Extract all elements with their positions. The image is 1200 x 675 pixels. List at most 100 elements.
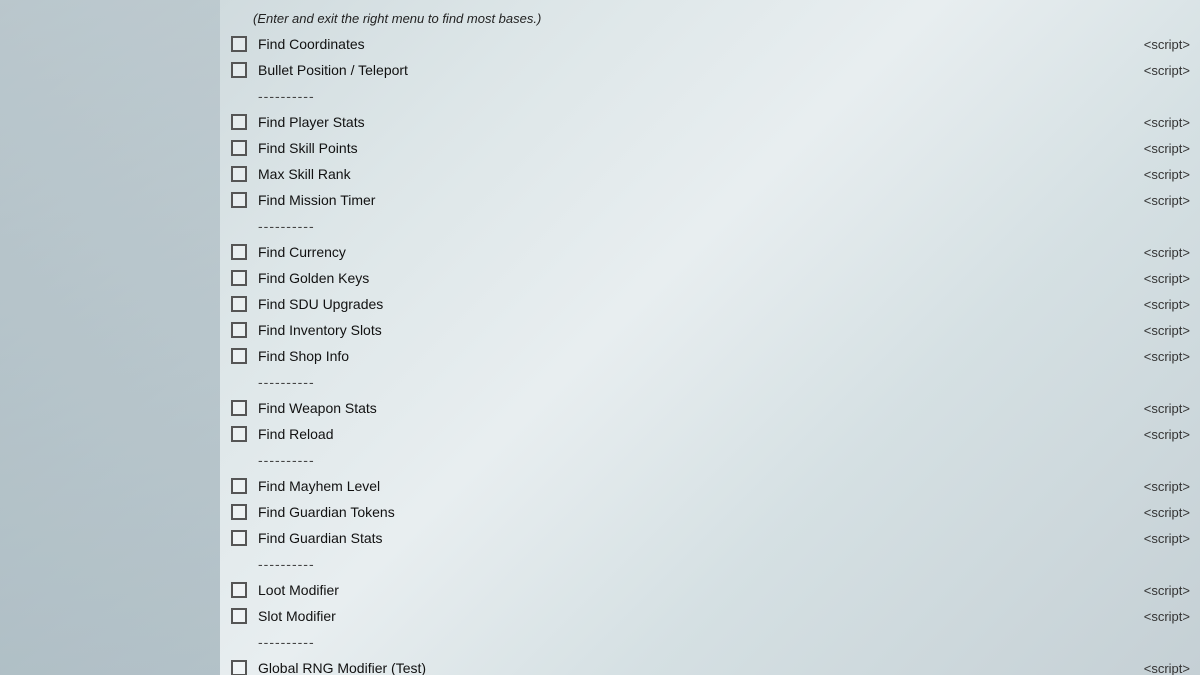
list-item: Global RNG Modifier (Test) <script> bbox=[220, 655, 1200, 675]
item-script: <script> bbox=[1144, 63, 1190, 78]
item-label: Find Currency bbox=[253, 244, 1134, 260]
list-item: Find Coordinates<script> bbox=[220, 31, 1200, 57]
list-item: Find SDU Upgrades <script> bbox=[220, 291, 1200, 317]
item-label: Find Mayhem Level bbox=[253, 478, 1134, 494]
separator-label: ---------- bbox=[253, 634, 1190, 650]
item-checkbox[interactable] bbox=[231, 36, 247, 52]
item-checkbox[interactable] bbox=[231, 322, 247, 338]
list-item: Max Skill Rank <script> bbox=[220, 161, 1200, 187]
separator-row: ---------- bbox=[220, 551, 1200, 577]
separator-row: ---------- bbox=[220, 629, 1200, 655]
checkbox-container bbox=[225, 348, 253, 364]
item-script: <script> bbox=[1144, 609, 1190, 624]
item-label: Find SDU Upgrades bbox=[253, 296, 1134, 312]
item-label: Loot Modifier bbox=[253, 582, 1134, 598]
checkbox-container bbox=[225, 140, 253, 156]
content-area: (Enter and exit the right menu to find m… bbox=[220, 0, 1200, 675]
separator-label: ---------- bbox=[253, 556, 1190, 572]
item-checkbox[interactable] bbox=[231, 400, 247, 416]
item-checkbox[interactable] bbox=[231, 660, 247, 675]
checkbox-container bbox=[225, 62, 253, 78]
separator-row: ---------- bbox=[220, 213, 1200, 239]
checkbox-container bbox=[225, 114, 253, 130]
separator-label: ---------- bbox=[253, 452, 1190, 468]
item-checkbox[interactable] bbox=[231, 582, 247, 598]
item-checkbox[interactable] bbox=[231, 62, 247, 78]
separator-label: ---------- bbox=[253, 218, 1190, 234]
checkbox-container bbox=[225, 166, 253, 182]
item-label: Find Reload bbox=[253, 426, 1134, 442]
item-script: <script> bbox=[1144, 167, 1190, 182]
checkbox-container bbox=[225, 504, 253, 520]
left-panel bbox=[0, 0, 220, 675]
checkbox-container bbox=[225, 660, 253, 675]
checkbox-container bbox=[225, 270, 253, 286]
separator-row: ---------- bbox=[220, 83, 1200, 109]
item-script: <script> bbox=[1144, 323, 1190, 338]
checkbox-container bbox=[225, 244, 253, 260]
checkbox-container bbox=[225, 426, 253, 442]
separator-row: ---------- bbox=[220, 447, 1200, 473]
item-checkbox[interactable] bbox=[231, 504, 247, 520]
list-item: Find Inventory Slots <script> bbox=[220, 317, 1200, 343]
item-script: <script> bbox=[1144, 141, 1190, 156]
item-label: Slot Modifier bbox=[253, 608, 1134, 624]
item-script: <script> bbox=[1144, 661, 1190, 675]
list-item: Find Player Stats <script> bbox=[220, 109, 1200, 135]
item-label: Max Skill Rank bbox=[253, 166, 1134, 182]
item-script: <script> bbox=[1144, 583, 1190, 598]
list-item: Find Reload<script> bbox=[220, 421, 1200, 447]
checkbox-container bbox=[225, 608, 253, 624]
checkbox-container bbox=[225, 478, 253, 494]
list-item: Find Golden Keys<script> bbox=[220, 265, 1200, 291]
list-item: Loot Modifier <script> bbox=[220, 577, 1200, 603]
item-script: <script> bbox=[1144, 115, 1190, 130]
list-item: Bullet Position / Teleport<script> bbox=[220, 57, 1200, 83]
list-item: Find Guardian Stats <script> bbox=[220, 525, 1200, 551]
item-checkbox[interactable] bbox=[231, 348, 247, 364]
item-script: <script> bbox=[1144, 401, 1190, 416]
checkbox-container bbox=[225, 36, 253, 52]
checkbox-container bbox=[225, 192, 253, 208]
list-item: Find Skill Points <script> bbox=[220, 135, 1200, 161]
item-script: <script> bbox=[1144, 297, 1190, 312]
item-label: Find Guardian Stats bbox=[253, 530, 1134, 546]
list-item: Find Weapon Stats <script> bbox=[220, 395, 1200, 421]
item-label: Find Skill Points bbox=[253, 140, 1134, 156]
list-item: Find Mission Timer <script> bbox=[220, 187, 1200, 213]
item-checkbox[interactable] bbox=[231, 608, 247, 624]
list-item: Find Shop Info <script> bbox=[220, 343, 1200, 369]
checkbox-container bbox=[225, 582, 253, 598]
item-script: <script> bbox=[1144, 349, 1190, 364]
checkbox-container bbox=[225, 322, 253, 338]
item-label: Find Weapon Stats bbox=[253, 400, 1134, 416]
list-item: Slot Modifier <script> bbox=[220, 603, 1200, 629]
item-script: <script> bbox=[1144, 193, 1190, 208]
item-checkbox[interactable] bbox=[231, 244, 247, 260]
separator-label: ---------- bbox=[253, 88, 1190, 104]
item-checkbox[interactable] bbox=[231, 140, 247, 156]
item-checkbox[interactable] bbox=[231, 166, 247, 182]
checkbox-container bbox=[225, 530, 253, 546]
list-item: Find Mayhem Level <script> bbox=[220, 473, 1200, 499]
item-checkbox[interactable] bbox=[231, 478, 247, 494]
list-item: Find Guardian Tokens<script> bbox=[220, 499, 1200, 525]
item-script: <script> bbox=[1144, 245, 1190, 260]
item-checkbox[interactable] bbox=[231, 426, 247, 442]
item-label: Global RNG Modifier (Test) bbox=[253, 660, 1134, 675]
item-label: Find Mission Timer bbox=[253, 192, 1134, 208]
item-checkbox[interactable] bbox=[231, 270, 247, 286]
item-checkbox[interactable] bbox=[231, 192, 247, 208]
checkbox-container bbox=[225, 400, 253, 416]
list-item: Find Currency <script> bbox=[220, 239, 1200, 265]
item-checkbox[interactable] bbox=[231, 296, 247, 312]
item-script: <script> bbox=[1144, 37, 1190, 52]
item-checkbox[interactable] bbox=[231, 114, 247, 130]
item-script: <script> bbox=[1144, 479, 1190, 494]
item-checkbox[interactable] bbox=[231, 530, 247, 546]
item-label: Find Inventory Slots bbox=[253, 322, 1134, 338]
item-label: Find Shop Info bbox=[253, 348, 1134, 364]
header-note: (Enter and exit the right menu to find m… bbox=[220, 5, 1200, 31]
item-script: <script> bbox=[1144, 531, 1190, 546]
item-label: Find Player Stats bbox=[253, 114, 1134, 130]
